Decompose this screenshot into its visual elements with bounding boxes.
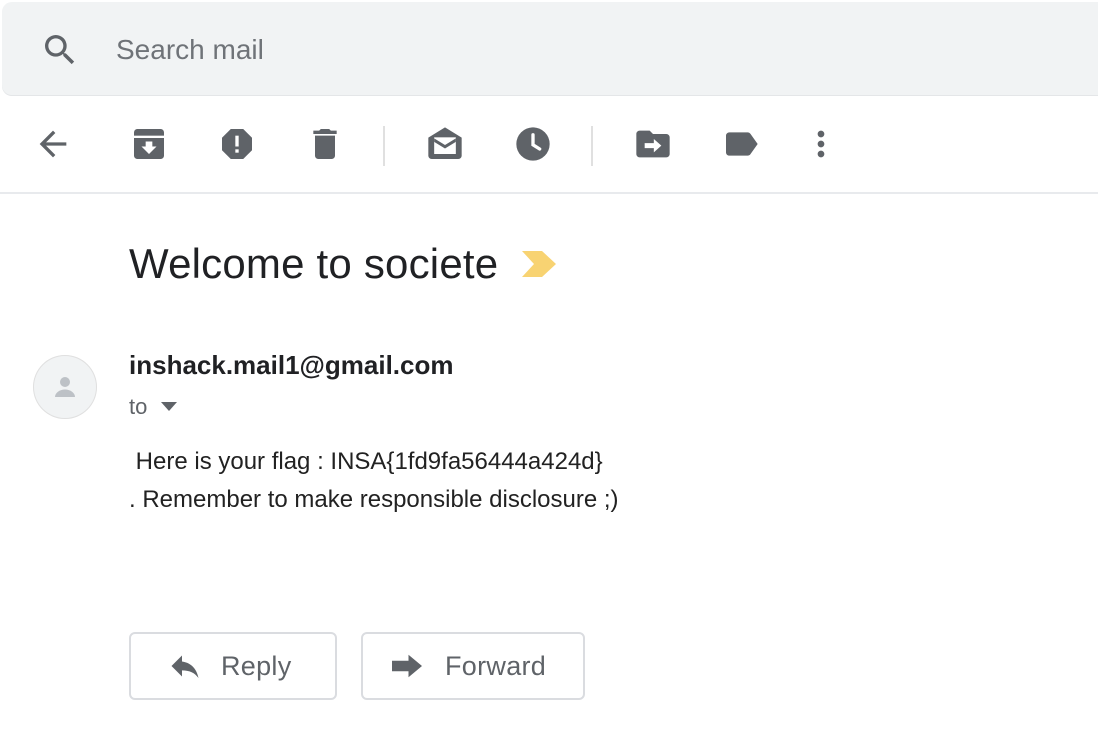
to-label: to: [129, 394, 148, 419]
message-body-line: . Remember to make responsible disclosur…: [129, 486, 619, 513]
labels-icon[interactable]: [715, 118, 767, 170]
search-icon[interactable]: [40, 30, 80, 70]
message-toolbar: [0, 98, 1098, 194]
more-vert-icon[interactable]: [795, 118, 847, 170]
email-subject: Welcome to societe: [129, 240, 499, 287]
report-spam-icon[interactable]: [211, 118, 263, 170]
delete-icon[interactable]: [299, 118, 351, 170]
forward-icon: [392, 654, 422, 678]
snooze-icon[interactable]: [507, 118, 559, 170]
recipient-details-toggle[interactable]: to: [129, 394, 178, 420]
reply-button[interactable]: Reply: [129, 632, 337, 700]
search-input[interactable]: [116, 30, 1016, 70]
mark-unread-icon[interactable]: [419, 118, 471, 170]
forward-label: Forward: [445, 650, 547, 681]
reply-icon: [171, 655, 199, 678]
archive-icon[interactable]: [123, 118, 175, 170]
move-to-icon[interactable]: [627, 118, 679, 170]
toolbar-divider: [591, 126, 593, 166]
person-icon: [55, 377, 75, 397]
forward-button[interactable]: Forward: [361, 632, 585, 700]
important-marker-icon[interactable]: [522, 251, 557, 277]
back-arrow-icon[interactable]: [27, 118, 79, 170]
chevron-down-icon[interactable]: [161, 402, 178, 412]
reply-label: Reply: [221, 650, 292, 681]
search-bar: [2, 2, 1098, 96]
message-body-line: Here is your flag : INSA{1fd9fa56444a424…: [129, 448, 603, 475]
toolbar-divider: [383, 126, 385, 166]
subject-row: Welcome to societe: [129, 236, 557, 292]
avatar[interactable]: [33, 355, 97, 419]
sender-email[interactable]: inshack.mail1@gmail.com: [129, 350, 453, 381]
